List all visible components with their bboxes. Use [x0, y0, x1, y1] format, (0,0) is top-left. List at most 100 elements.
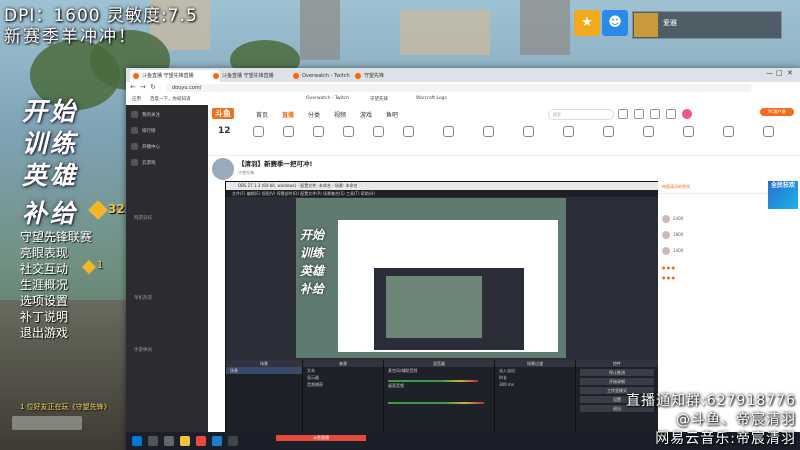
- bookmark-apps[interactable]: 应用: [132, 96, 141, 102]
- minimize-icon[interactable]: —: [766, 69, 773, 77]
- category-icon[interactable]: [598, 126, 618, 137]
- sidebar-item-cloud-game[interactable]: 云游戏: [142, 160, 156, 166]
- streamer-avatar[interactable]: [212, 158, 234, 180]
- rank-score: 1800: [673, 232, 684, 237]
- promo-banner[interactable]: 全民狂欢: [768, 181, 798, 209]
- bookmark-overwatch[interactable]: 守望先锋: [370, 96, 388, 102]
- scene-item[interactable]: 场景: [226, 367, 302, 374]
- explorer-icon[interactable]: [180, 436, 190, 446]
- sidebar-item-rank[interactable]: 排行榜: [142, 128, 156, 134]
- menu-patch-notes[interactable]: 补丁说明: [20, 308, 68, 325]
- menu-supply[interactable]: 补给: [22, 194, 78, 230]
- menu-social[interactable]: 社交互动: [20, 260, 68, 277]
- obs-menu-bar[interactable]: 文件(F) 编辑(E) 视图(V) 停靠部件(D) 配置文件(P) 场景集合(S…: [226, 190, 664, 197]
- menu-training[interactable]: 训练: [22, 124, 78, 160]
- rank-row: 1400: [662, 247, 683, 255]
- douyu-logo[interactable]: 斗鱼: [212, 108, 234, 119]
- sidebar-section-online-games[interactable]: 网游竞技: [134, 215, 152, 221]
- category-icon[interactable]: [678, 126, 698, 137]
- taskbar-active-window[interactable]: 斗鱼直播: [276, 435, 366, 441]
- nav-yuba[interactable]: 鱼吧: [386, 110, 398, 119]
- player-card[interactable]: 爱雅: [632, 11, 782, 39]
- nav-game[interactable]: 游戏: [360, 110, 372, 119]
- category-icon[interactable]: [278, 126, 298, 137]
- search-icon[interactable]: [148, 436, 158, 446]
- history-icon[interactable]: [618, 109, 628, 119]
- chat-message: ● ● ●: [662, 275, 676, 280]
- menu-owl[interactable]: 守望先锋联赛: [20, 228, 92, 245]
- sidebar-section-mobile-games[interactable]: 手游休闲: [134, 347, 152, 353]
- category-icon[interactable]: [558, 126, 578, 137]
- source-item[interactable]: 音频捕获: [303, 381, 383, 388]
- menu-exit[interactable]: 退出游戏: [20, 324, 68, 341]
- chrome-icon[interactable]: [196, 436, 206, 446]
- menu-options[interactable]: 选项设置: [20, 292, 68, 309]
- room-category[interactable]: 守望先锋: [238, 170, 254, 176]
- follow-icon[interactable]: [634, 109, 644, 119]
- sidebar-section-single-games[interactable]: 单机热游: [134, 295, 152, 301]
- forward-icon[interactable]: →: [140, 83, 146, 91]
- group-icon[interactable]: ☻: [602, 10, 628, 36]
- friends-online-notice: 1 位好友正在玩《守望先锋》: [20, 403, 111, 411]
- category-icon[interactable]: [438, 126, 458, 137]
- category-icon[interactable]: [518, 126, 538, 137]
- category-icon[interactable]: [308, 126, 328, 137]
- chat-input-bar[interactable]: [12, 416, 82, 430]
- nav-live[interactable]: 直播: [282, 110, 294, 119]
- stop-stream-button[interactable]: 停止推流: [580, 369, 654, 376]
- tab-douyu-2[interactable]: 斗鱼直播 守望先锋直播: [210, 70, 300, 82]
- bookmark-warcraft-logs[interactable]: Warcraft Logs: [416, 96, 447, 101]
- pc-client-button[interactable]: PC客户端: [760, 108, 794, 116]
- menu-heroes[interactable]: 英雄: [22, 156, 78, 192]
- download-icon[interactable]: [666, 109, 676, 119]
- category-icon[interactable]: [758, 126, 778, 137]
- mixer-header: 混音器: [384, 360, 494, 367]
- bookmark-baidu[interactable]: 百度一下，你就知道: [150, 96, 191, 102]
- reload-icon[interactable]: ↻: [150, 83, 156, 91]
- search-input[interactable]: 搜索: [548, 109, 614, 120]
- obs-window: OBS 27.1.3 (64-bit, windows) - 配置文件: 未命名…: [225, 181, 670, 445]
- category-icon[interactable]: [398, 126, 418, 137]
- notification-group-text: 直播通知群:627918776: [626, 393, 796, 409]
- category-icon[interactable]: [718, 126, 738, 137]
- transition-select[interactable]: 淡入淡出: [495, 367, 575, 374]
- user-avatar[interactable]: [682, 109, 692, 119]
- message-icon[interactable]: [650, 109, 660, 119]
- preview-nested-screen: [386, 276, 482, 338]
- obs-icon[interactable]: [228, 436, 238, 446]
- category-icon[interactable]: [338, 126, 358, 137]
- room-info: 【清羽】新赛季一把可冲! 守望先锋: [208, 156, 648, 182]
- menu-highlights[interactable]: 亮眼表现: [20, 244, 68, 261]
- back-icon[interactable]: ←: [130, 83, 136, 91]
- start-recording-button[interactable]: 开始录制: [580, 378, 654, 385]
- maximize-icon[interactable]: □: [776, 69, 783, 77]
- category-icon[interactable]: [368, 126, 388, 137]
- category-icon[interactable]: [478, 126, 498, 137]
- menu-play[interactable]: 开始: [22, 92, 78, 128]
- follow-count: 12: [218, 126, 231, 136]
- task-view-icon[interactable]: [164, 436, 174, 446]
- source-item[interactable]: 文本: [303, 367, 383, 374]
- start-menu-icon[interactable]: [132, 436, 142, 446]
- sidebar-item-broadcast[interactable]: 开播中心: [142, 144, 160, 150]
- sidebar-item-follow[interactable]: 我的关注: [142, 112, 160, 118]
- url-input[interactable]: douyu.com/: [166, 84, 752, 92]
- douyu-handle-text: @斗鱼、帝宸清羽: [676, 412, 796, 428]
- category-icon[interactable]: [638, 126, 658, 137]
- app-icon[interactable]: [212, 436, 222, 446]
- tab-douyu-1[interactable]: 斗鱼直播 守望先锋直播: [130, 70, 220, 82]
- preview-menu-play: 开始: [300, 228, 325, 242]
- close-icon[interactable]: ✕: [787, 69, 793, 77]
- rank-avatar: [662, 247, 670, 255]
- nav-video[interactable]: 视频: [334, 110, 346, 119]
- menu-career[interactable]: 生涯概况: [20, 276, 68, 293]
- bookmark-twitch[interactable]: Overwatch - Twitch: [306, 96, 349, 101]
- tab-overwatch[interactable]: 守望先锋: [352, 70, 414, 82]
- stream-slogan: 新赛季羊冲冲！: [4, 27, 137, 47]
- nav-home[interactable]: 首页: [256, 110, 268, 119]
- duration-input[interactable]: 300 ms: [495, 381, 575, 388]
- source-item[interactable]: 显示器: [303, 374, 383, 381]
- category-icon[interactable]: [248, 126, 268, 137]
- team-icon[interactable]: ★: [574, 10, 600, 36]
- nav-category[interactable]: 分类: [308, 110, 320, 119]
